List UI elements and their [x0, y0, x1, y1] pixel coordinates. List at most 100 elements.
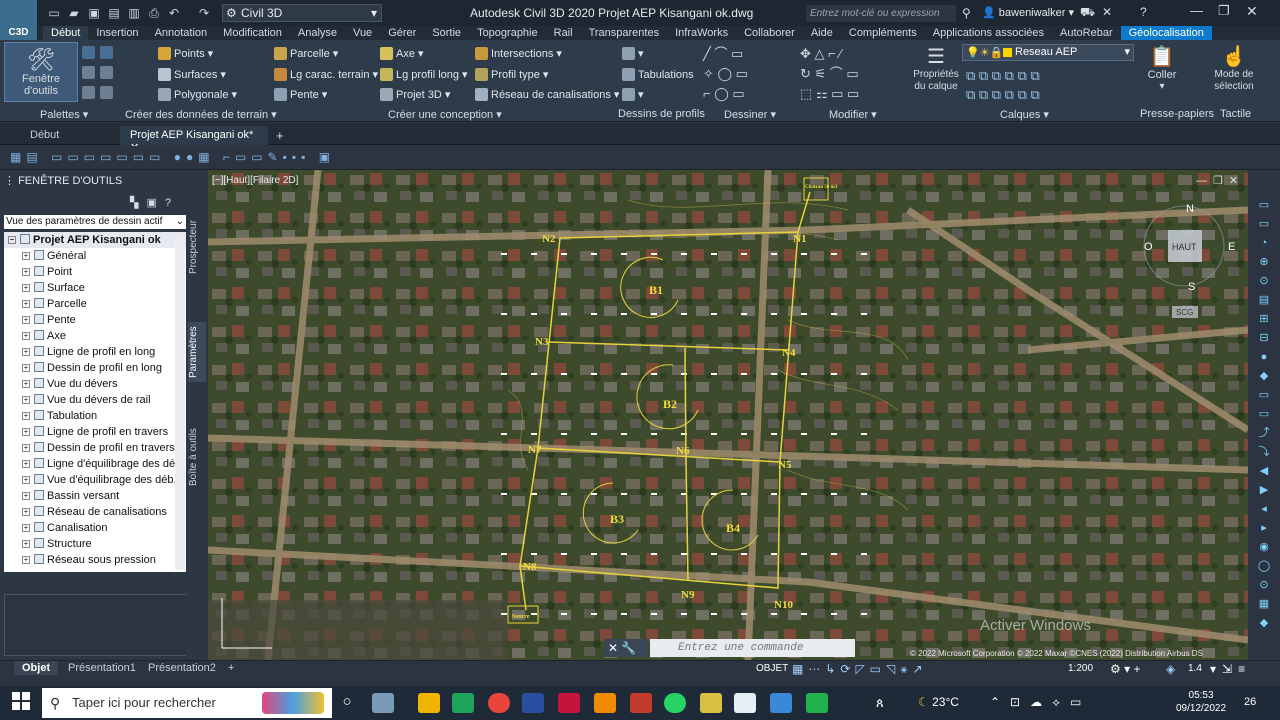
new-tab-button[interactable]: + [276, 128, 284, 143]
notification-count[interactable]: 26 [1244, 696, 1256, 708]
weather-widget[interactable]: ☾ 23°C [918, 695, 959, 709]
redo-icon[interactable]: ↷ [196, 5, 212, 21]
paste-button[interactable]: 📋 Coller ▾ [1140, 44, 1184, 104]
toolspace-button[interactable]: 🛠 Fenêtre d'outils [4, 42, 78, 102]
tree-item[interactable]: + Structure [4, 536, 187, 552]
section-views-button[interactable]: ▾ [622, 88, 644, 101]
tree-item[interactable]: + Canalisation [4, 520, 187, 536]
toolspace-buttons[interactable]: ▚▣? [130, 196, 179, 209]
taskbar-app-13[interactable] [806, 693, 828, 713]
grading-menu[interactable]: Pente ▾ [274, 88, 327, 101]
tree-item[interactable]: + Tabulation [4, 408, 187, 424]
layer-tools[interactable]: ⧉ ⧉ ⧉ ⧉ ⧉ ⧉ ⧉ ⧉ ⧉ ⧉ ⧉ ⧉ [966, 66, 1076, 104]
workspace-select[interactable]: ⚙ Civil 3D ▾ [222, 4, 382, 22]
tab-settings[interactable]: Paramètres [188, 322, 206, 382]
tree-item[interactable]: + Ligne d'équilibrage des dé... [4, 456, 187, 472]
save-web-icon[interactable]: ▤ [106, 5, 122, 21]
settings-tree[interactable]: − Projet AEP Kisangani ok + Général + Point + S… [4, 232, 187, 572]
tree-item[interactable]: + Dessin de profil en long [4, 360, 187, 376]
intersections-menu[interactable]: Intersections ▾ [475, 47, 562, 60]
people-icon[interactable]: ጰ [876, 695, 884, 711]
tab-prospector[interactable]: Prospecteur [188, 214, 206, 280]
save-as-icon[interactable]: ▥ [126, 5, 142, 21]
corridor-menu[interactable]: Projet 3D ▾ [380, 88, 450, 101]
ribbon-tab-10[interactable]: Transparentes [581, 26, 668, 40]
taskbar-app-1[interactable] [372, 693, 394, 713]
app-menu-button[interactable]: C3D [0, 0, 38, 40]
taskbar-app-3[interactable] [452, 693, 474, 713]
indesign-icon[interactable] [558, 693, 580, 713]
ribbon-tab-6[interactable]: Gérer [380, 26, 424, 40]
tree-item[interactable]: + Point [4, 264, 187, 280]
command-input[interactable]: Entrez une commande [650, 639, 855, 657]
close-button[interactable]: ✕ [1246, 3, 1258, 20]
drawing-viewport[interactable]: N1 N2 N3 N4 N5 N6 N7 N8 N9 N10 B1 B2 B3 … [208, 170, 1248, 660]
new-icon[interactable]: ▭ [46, 5, 62, 21]
nav-tools[interactable]: ▭ ▭ ◔ ⊕ ⊙ ▤ ⊞ ⊟ ● ◆ ▭ ▭ ⤴ ⤵ ◀ ▶ ◂ ▸ ◉ ◯ ⊙ ▦ ◆ [1254, 196, 1274, 636]
tree-item[interactable]: + Réseau de canalisations [4, 504, 187, 520]
parcel-menu[interactable]: Parcelle ▾ [274, 47, 338, 60]
tree-root[interactable]: − Projet AEP Kisangani ok [4, 232, 187, 248]
add-layout-button[interactable]: + [220, 661, 242, 675]
ribbon-tab-5[interactable]: Vue [345, 26, 380, 40]
ribbon-tab-2[interactable]: Annotation [147, 26, 216, 40]
ribbon-tab-14[interactable]: Compléments [841, 26, 925, 40]
tree-item[interactable]: + Surface [4, 280, 187, 296]
whatsapp-icon[interactable] [664, 693, 686, 713]
tab-layout1[interactable]: Présentation1 [60, 661, 144, 675]
minimize-button[interactable]: — [1190, 3, 1203, 18]
taskbar-clock[interactable]: 05:53 09/12/2022 [1176, 689, 1226, 715]
layer-properties-button[interactable]: ☰ Propriétés du calque [912, 44, 960, 106]
assembly-menu[interactable]: Profil type ▾ [475, 68, 548, 81]
tree-item[interactable]: + Pente [4, 312, 187, 328]
workspace-gear-icon[interactable]: ⚙ ▾ + [1110, 662, 1140, 676]
cart-icon[interactable]: ⛟ [1080, 5, 1095, 21]
ribbon-tab-13[interactable]: Aide [803, 26, 841, 40]
viewport-window-controls[interactable]: —❐✕ [1196, 174, 1244, 187]
ribbon-tab-8[interactable]: Topographie [469, 26, 546, 40]
tree-item[interactable]: + Axe [4, 328, 187, 344]
panel-title-modify[interactable]: Modifier ▾ [829, 108, 877, 121]
panel-title-design[interactable]: Créer une conception ▾ [388, 108, 502, 121]
ribbon-tab-0[interactable]: Début [43, 26, 89, 40]
civil3d-taskbar-icon[interactable] [734, 693, 756, 713]
panel-title-palettes[interactable]: Palettes ▾ [40, 108, 88, 121]
taskbar-app-8[interactable] [630, 693, 652, 713]
tree-item[interactable]: + Bassin versant [4, 488, 187, 504]
vlc-icon[interactable] [594, 693, 616, 713]
tab-layout2[interactable]: Présentation2 [140, 661, 224, 675]
ribbon-tab-4[interactable]: Analyse [290, 26, 345, 40]
sample-lines-button[interactable]: Tabulations [622, 68, 694, 81]
tab-toolbox[interactable]: Boîte à outils [188, 426, 206, 488]
file-explorer-icon[interactable] [418, 693, 440, 713]
exchange-icon[interactable]: ✕ [1102, 5, 1112, 19]
tree-item[interactable]: + Vue d'équilibrage des déb... [4, 472, 187, 488]
save-icon[interactable]: ▣ [86, 5, 102, 21]
system-tray-icons[interactable]: ⌃⊡☁⟡▭ [990, 695, 1091, 710]
taskbar-app-5[interactable] [522, 693, 544, 713]
photos-icon[interactable] [770, 693, 792, 713]
ribbon-tab-9[interactable]: Rail [546, 26, 581, 40]
model-space-toggle[interactable]: OBJET [756, 663, 788, 674]
doc-tab-drawing[interactable]: Projet AEP Kisangani ok* ✕ [120, 126, 268, 154]
tree-item[interactable]: + Vue du dévers [4, 376, 187, 392]
doc-tab-start[interactable]: Début [20, 126, 69, 145]
chrome-icon[interactable] [488, 693, 510, 713]
viewport-controls[interactable]: [−][Haut][Filaire 2D] [212, 175, 298, 186]
ribbon-tab-1[interactable]: Insertion [88, 26, 146, 40]
tree-item[interactable]: + Ligne de profil en travers [4, 424, 187, 440]
status-right-icons[interactable]: ▾⇲≡ [1210, 662, 1251, 676]
tab-model[interactable]: Objet [14, 661, 59, 675]
search-input[interactable]: Entrez mot-clé ou expression [806, 5, 956, 22]
layer-dropdown[interactable]: 💡☀🔒 Reseau AEP ▾ [962, 44, 1134, 61]
feature-line-menu[interactable]: Lg carac. terrain ▾ [274, 68, 378, 81]
tree-item[interactable]: + Dessin de profil en travers [4, 440, 187, 456]
palette-small-buttons[interactable] [80, 44, 116, 100]
user-menu[interactable]: 👤 baweniwalker ▾ [982, 6, 1074, 19]
tree-item[interactable]: + Réseau sous pression [4, 552, 187, 568]
help-icon[interactable]: ? [1140, 5, 1147, 19]
ribbon-tab-7[interactable]: Sortie [424, 26, 469, 40]
maximize-button[interactable]: ❐ [1218, 3, 1230, 19]
pipe-network-menu[interactable]: Réseau de canalisations ▾ [475, 88, 619, 101]
ribbon-tab-17[interactable]: Géolocalisation [1120, 26, 1212, 40]
